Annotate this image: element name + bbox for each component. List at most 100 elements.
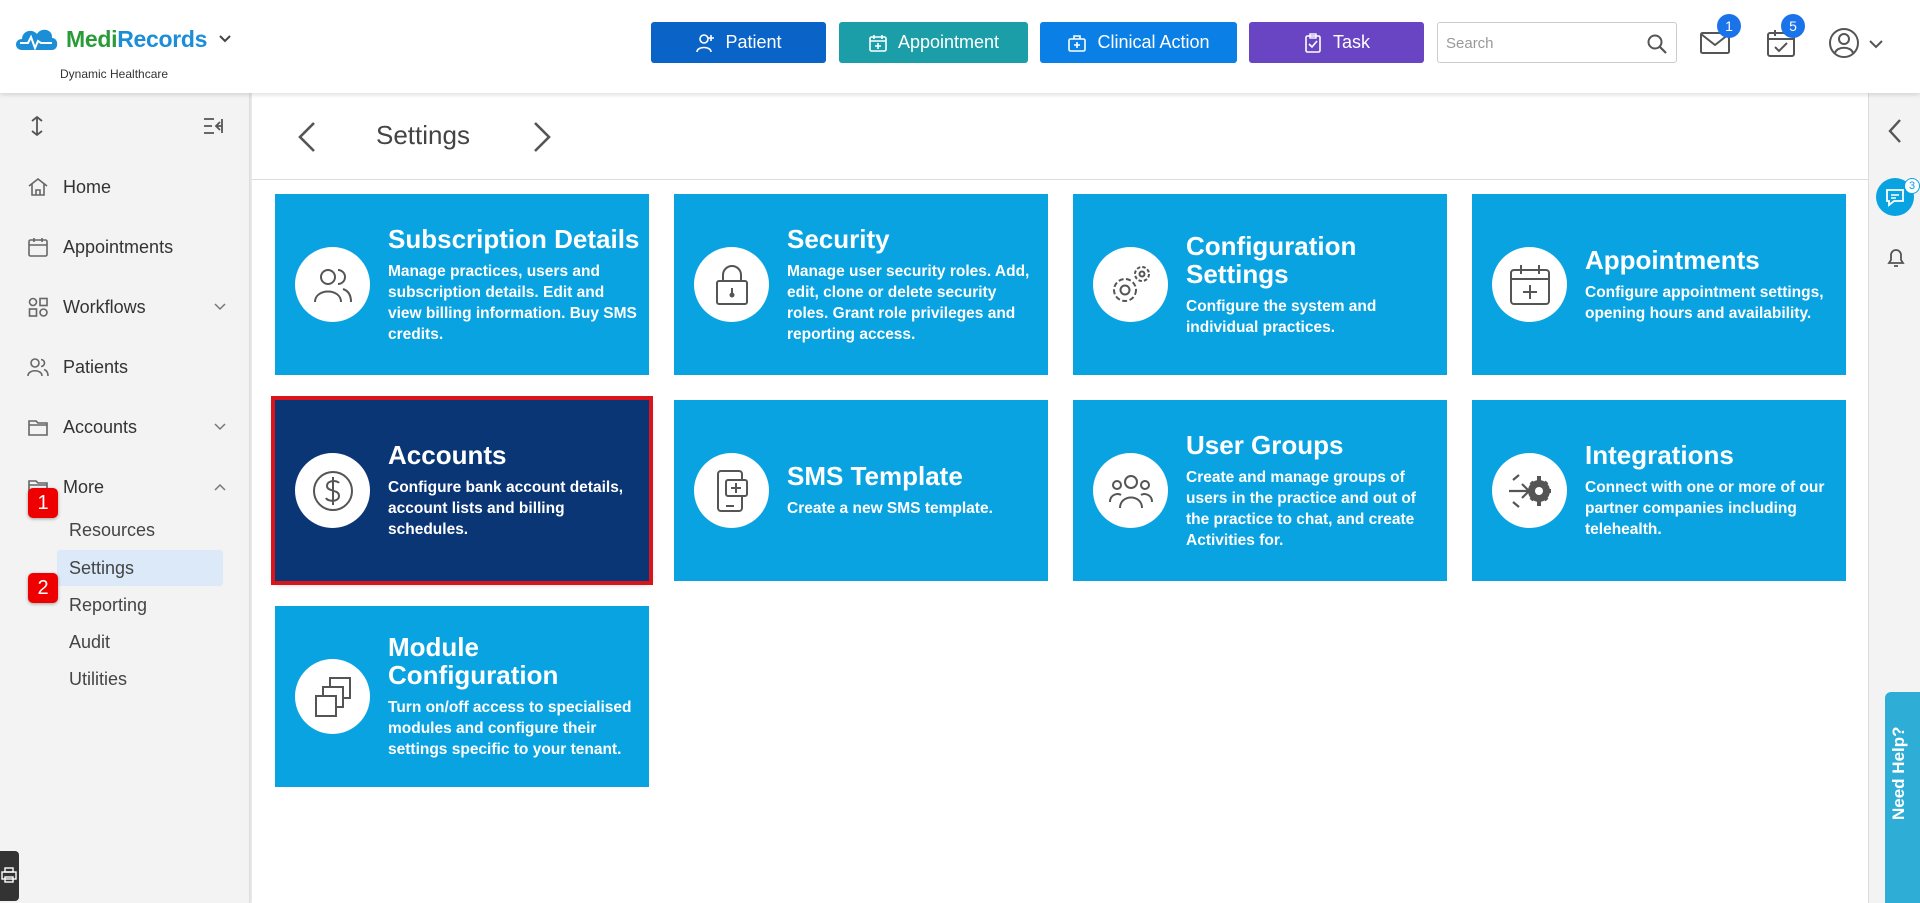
card-title: SMS Template bbox=[787, 461, 963, 491]
need-help-button[interactable]: Need Help? bbox=[1885, 692, 1920, 903]
chevron-down-icon bbox=[214, 423, 226, 431]
card-text: User Groups Create and manage groups of … bbox=[1186, 400, 1439, 581]
step-marker-2: 2 bbox=[28, 573, 58, 603]
calendar-badge: 5 bbox=[1781, 14, 1805, 38]
card-description: Manage practices, users and subscription… bbox=[388, 262, 637, 343]
chevron-down-icon bbox=[214, 303, 226, 311]
card-sms-template[interactable]: SMS Template Create a new SMS template. bbox=[674, 400, 1048, 581]
card-description: Configure the system and individual prac… bbox=[1186, 297, 1377, 336]
top-header: MediRecords Dynamic Healthcare Patient A… bbox=[0, 0, 1920, 93]
card-user-groups[interactable]: User Groups Create and manage groups of … bbox=[1073, 400, 1447, 581]
card-description: Create and manage groups of users in the… bbox=[1186, 468, 1416, 549]
logo-subtitle: Dynamic Healthcare bbox=[60, 67, 169, 81]
card-title: User Groups bbox=[1186, 429, 1344, 460]
step-marker-1: 1 bbox=[28, 488, 58, 518]
clinical-action-button[interactable]: Clinical Action bbox=[1040, 22, 1237, 63]
sidebar-subitem-resources[interactable]: Resources bbox=[57, 512, 223, 548]
patient-button-label: Patient bbox=[725, 32, 782, 52]
sidebar-item-label: Accounts bbox=[63, 416, 138, 437]
card-description: Configure bank account details, account … bbox=[388, 479, 624, 538]
card-title: Appointments bbox=[1585, 244, 1760, 275]
appointment-button-label: Appointment bbox=[897, 32, 1000, 52]
calendar-icon bbox=[28, 238, 48, 257]
sidebar-subitem-audit[interactable]: Audit bbox=[57, 624, 223, 660]
bell-icon[interactable] bbox=[1884, 245, 1908, 269]
search-input[interactable] bbox=[1446, 31, 1636, 55]
clinical-action-button-label: Clinical Action bbox=[1097, 32, 1210, 52]
calendar-add-icon bbox=[1509, 264, 1550, 305]
card-configuration-settings[interactable]: Configuration Settings Configure the sys… bbox=[1073, 194, 1447, 375]
card-text: Integrations Connect with one or more of… bbox=[1585, 400, 1838, 581]
card-title: Accounts bbox=[388, 440, 507, 470]
card-icon-circle bbox=[694, 453, 769, 528]
card-text: Security Manage user security roles. Add… bbox=[787, 194, 1040, 375]
sidebar-subitem-reporting[interactable]: Reporting bbox=[57, 587, 223, 623]
expand-vertical-icon[interactable] bbox=[26, 115, 48, 137]
card-module-configuration[interactable]: Module Configuration Turn on/off access … bbox=[275, 606, 649, 787]
modules-icon bbox=[314, 676, 351, 717]
user-plus-icon bbox=[696, 33, 715, 52]
chevron-up-icon bbox=[214, 483, 226, 491]
logo-wordmark: MediRecords bbox=[66, 25, 208, 52]
home-icon bbox=[28, 177, 48, 196]
add-task-button[interactable]: Task bbox=[1249, 22, 1424, 63]
chat-icon bbox=[1886, 189, 1904, 207]
chevron-left-icon[interactable] bbox=[295, 119, 319, 155]
workflow-icon bbox=[28, 297, 48, 317]
chevron-left-icon[interactable] bbox=[1886, 117, 1904, 145]
chevron-down-icon[interactable] bbox=[217, 31, 233, 47]
card-subscription-details[interactable]: Subscription Details Manage practices, u… bbox=[275, 194, 649, 375]
sidebar-item-label: Patients bbox=[63, 356, 129, 377]
card-icon-circle bbox=[1093, 247, 1168, 322]
sidebar: Home Appointments Workflows Patients Acc… bbox=[0, 93, 250, 903]
sidebar-item-patients[interactable]: Patients bbox=[27, 347, 227, 387]
add-patient-button[interactable]: Patient bbox=[651, 22, 826, 63]
card-icon-circle bbox=[1093, 453, 1168, 528]
card-security[interactable]: Security Manage user security roles. Add… bbox=[674, 194, 1048, 375]
chat-badge: 3 bbox=[1904, 178, 1920, 194]
chat-button[interactable]: 3 bbox=[1876, 178, 1920, 216]
sidebar-subitem-settings[interactable]: Settings bbox=[57, 550, 223, 586]
card-accounts[interactable]: Accounts Configure bank account details,… bbox=[271, 396, 653, 585]
card-icon-circle bbox=[295, 453, 370, 528]
chevron-right-icon[interactable] bbox=[530, 119, 554, 155]
card-integrations[interactable]: Integrations Connect with one or more of… bbox=[1472, 400, 1846, 581]
side-tool-tab[interactable] bbox=[0, 851, 19, 901]
add-appointment-button[interactable]: Appointment bbox=[839, 22, 1028, 63]
integration-icon bbox=[1508, 473, 1551, 508]
gears-icon bbox=[1112, 265, 1150, 302]
sidebar-item-label: Workflows bbox=[63, 296, 146, 317]
card-description: Connect with one or more of our partner … bbox=[1585, 479, 1825, 538]
card-text: Subscription Details Manage practices, u… bbox=[388, 194, 641, 375]
user-account-icon[interactable] bbox=[1828, 27, 1860, 59]
lock-icon bbox=[715, 264, 748, 305]
search-icon[interactable] bbox=[1646, 33, 1668, 55]
logo[interactable]: MediRecords bbox=[12, 24, 233, 54]
card-title: Module Configuration bbox=[388, 632, 559, 690]
need-help-label: Need Help? bbox=[1889, 726, 1908, 820]
medical-bag-icon bbox=[1068, 34, 1087, 52]
card-title: Security bbox=[787, 223, 890, 254]
chevron-down-icon[interactable] bbox=[1868, 37, 1884, 51]
card-text: SMS Template Create a new SMS template. bbox=[787, 400, 1040, 581]
sidebar-item-appointments[interactable]: Appointments bbox=[27, 227, 227, 267]
sidebar-item-workflows[interactable]: Workflows bbox=[27, 287, 227, 327]
card-description: Turn on/off access to specialised module… bbox=[388, 699, 632, 758]
card-description: Configure appointment settings, opening … bbox=[1585, 283, 1824, 322]
card-title: Integrations bbox=[1585, 440, 1734, 470]
card-text: Module Configuration Turn on/off access … bbox=[388, 606, 641, 787]
task-button-label: Task bbox=[1332, 32, 1370, 52]
users-icon bbox=[313, 268, 352, 302]
sidebar-item-accounts[interactable]: Accounts bbox=[27, 407, 227, 447]
printer-icon bbox=[1, 867, 17, 883]
sidebar-item-label: More bbox=[63, 476, 105, 497]
card-icon-circle bbox=[1492, 453, 1567, 528]
sidebar-item-home[interactable]: Home bbox=[27, 167, 227, 207]
collapse-sidebar-icon[interactable] bbox=[202, 115, 224, 137]
search-box bbox=[1437, 22, 1677, 63]
mail-badge: 1 bbox=[1717, 14, 1741, 38]
card-appointments[interactable]: Appointments Configure appointment setti… bbox=[1472, 194, 1846, 375]
sidebar-item-label: Appointments bbox=[63, 236, 174, 257]
sidebar-subitem-utilities[interactable]: Utilities bbox=[57, 661, 223, 697]
card-icon-circle bbox=[1492, 247, 1567, 322]
